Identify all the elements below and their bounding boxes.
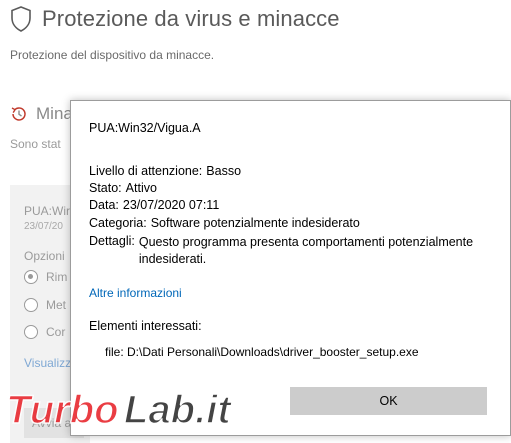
card-threat-name: PUA:Wir [24,204,70,218]
details-row: Dettagli: Questo programma presenta comp… [89,234,499,268]
category-value: Software potenzialmente indesiderato [150,216,360,230]
ok-button[interactable]: OK [290,387,487,415]
turbolab-watermark-logo: Turbo Lab.it [5,387,233,433]
date-value: 23/07/2020 07:11 [122,198,220,212]
card-threat-date: 23/07/20 [24,221,63,232]
dialog-title: PUA:Win32/Vigua.A [89,121,201,135]
date-label: Data: [89,198,119,212]
alert-level-label: Livello di attenzione: [89,164,203,178]
shield-icon [11,6,31,32]
affected-file-path: file: D:\Dati Personali\Downloads\driver… [105,345,419,359]
page-header: Protezione da virus e minacce [10,6,340,32]
details-value: Questo programma presenta comportamenti … [138,235,474,266]
radio-option-remove[interactable]: Rim [24,270,67,284]
threat-history-section: Mina [10,104,73,124]
radio-option-allow[interactable]: Cor [24,325,65,339]
section-subtitle: Sono stat [10,137,61,151]
category-row: Categoria: Software potenzialmente indes… [89,216,360,230]
status-value: Attivo [125,181,157,195]
radio-label: Met [46,298,67,312]
history-icon [11,107,26,121]
affected-items-label: Elementi interessati: [89,319,202,333]
details-label: Dettagli: [89,234,135,248]
radio-unselected-icon [24,298,38,312]
svg-text:Turbo: Turbo [6,388,119,432]
status-row: Stato: Attivo [89,181,157,195]
radio-option-quarantine[interactable]: Met [24,298,66,312]
alert-level-row: Livello di attenzione: Basso [89,164,241,178]
category-label: Categoria: [89,216,147,230]
page-subtitle: Protezione del dispositivo da minacce. [10,48,215,62]
card-options-label: Opzioni [24,249,65,263]
alert-level-value: Basso [206,164,242,178]
radio-selected-icon [24,270,38,284]
card-details-link[interactable]: Visualizz [24,356,71,370]
radio-label: Rim [46,270,68,284]
date-row: Data: 23/07/2020 07:11 [89,198,219,212]
more-info-link[interactable]: Altre informazioni [89,286,182,300]
radio-unselected-icon [24,325,38,339]
status-label: Stato: [89,181,122,195]
radio-label: Cor [46,325,66,339]
page-title: Protezione da virus e minacce [42,6,340,31]
svg-text:Lab.it: Lab.it [124,388,232,432]
section-title: Mina [36,104,73,123]
